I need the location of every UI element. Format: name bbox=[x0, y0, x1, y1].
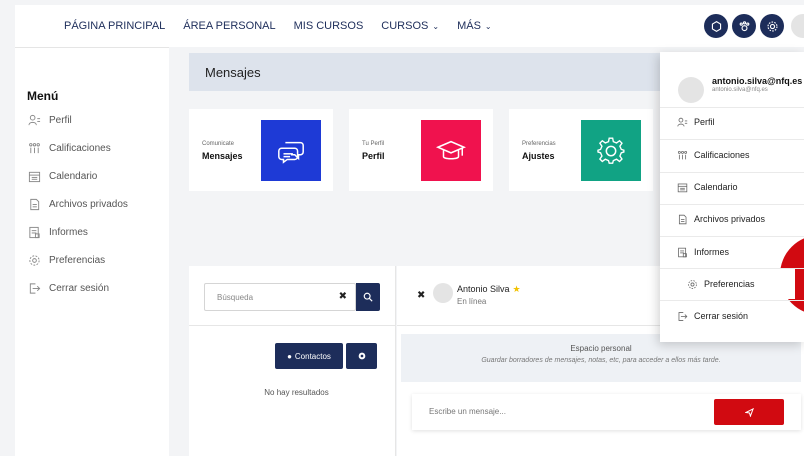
user-icon: ● bbox=[287, 351, 292, 361]
gear-icon bbox=[358, 352, 365, 360]
chevron-down-icon: ⌄ bbox=[484, 22, 492, 31]
nav-personal-area[interactable]: ÁREA PERSONAL bbox=[174, 20, 284, 32]
chat-icon bbox=[261, 120, 321, 181]
clear-icon[interactable]: ✖ bbox=[339, 291, 347, 302]
logout-icon bbox=[677, 310, 689, 322]
divider bbox=[660, 300, 804, 301]
profile-icon bbox=[677, 116, 689, 128]
nav-more-dropdown[interactable]: MÁS ⌄ bbox=[448, 20, 501, 32]
chevron-down-icon: ⌄ bbox=[432, 22, 440, 31]
paw-icon[interactable] bbox=[732, 14, 756, 38]
contact-status: En línea bbox=[457, 297, 487, 306]
calendar-icon bbox=[677, 181, 689, 193]
sidebar-menu: Menú Perfil Calificaciones Calendario Ar… bbox=[15, 47, 169, 456]
send-button[interactable] bbox=[714, 399, 784, 425]
gear-icon[interactable] bbox=[760, 14, 784, 38]
card-mensajes[interactable]: Comunicate Mensajes bbox=[189, 109, 333, 191]
conversations-search-panel: Búsqueda ✖ bbox=[189, 266, 396, 326]
dropdown-item-preferencias[interactable]: Preferencias bbox=[670, 278, 795, 290]
star-icon: ★ bbox=[512, 284, 521, 294]
card-perfil[interactable]: Tu Perfil Perfil bbox=[349, 109, 493, 191]
sidebar-item-cerrar-sesion[interactable]: Cerrar sesión bbox=[27, 281, 109, 295]
user-dropdown-menu: antonio.silva@nfq.es antonio.silva@nfq.e… bbox=[660, 52, 804, 342]
send-icon bbox=[744, 407, 754, 417]
user-email: antonio.silva@nfq.es bbox=[712, 87, 768, 93]
top-navbar: PÁGINA PRINCIPAL ÁREA PERSONAL MIS CURSO… bbox=[15, 5, 804, 47]
sidebar-item-archivos-privados[interactable]: Archivos privados bbox=[27, 197, 128, 211]
divider bbox=[660, 204, 804, 205]
settings-button[interactable] bbox=[346, 343, 377, 369]
nav-my-courses[interactable]: MIS CURSOS bbox=[285, 20, 373, 32]
avatar bbox=[678, 77, 704, 103]
page-header: Mensajes bbox=[189, 53, 660, 91]
card-ajustes[interactable]: Preferencias Ajustes bbox=[509, 109, 653, 191]
dropdown-item-cerrar-sesion[interactable]: Cerrar sesión bbox=[660, 310, 804, 322]
contact-avatar bbox=[433, 283, 453, 303]
logout-icon bbox=[27, 281, 41, 295]
dropdown-item-archivos-privados[interactable]: Archivos privados bbox=[660, 213, 804, 225]
user-name: antonio.silva@nfq.es bbox=[712, 76, 803, 86]
dropdown-item-perfil[interactable]: Perfil bbox=[660, 116, 804, 128]
divider bbox=[660, 107, 804, 108]
page-title: Mensajes bbox=[205, 65, 261, 80]
report-icon bbox=[677, 246, 689, 258]
conversations-panel: ● Contactos No hay resultados bbox=[189, 326, 396, 456]
gear-icon bbox=[27, 253, 41, 267]
sidebar-item-informes[interactable]: Informes bbox=[27, 225, 88, 239]
divider bbox=[660, 139, 804, 140]
conversation-body: Espacio personal Guardar borradores de m… bbox=[397, 326, 804, 456]
sidebar-item-calendario[interactable]: Calendario bbox=[27, 169, 97, 183]
close-icon[interactable]: ✖ bbox=[417, 290, 425, 301]
dropdown-item-calendario[interactable]: Calendario bbox=[660, 181, 804, 193]
message-input[interactable]: Escribe un mensaje... bbox=[412, 394, 801, 430]
puzzle-icon[interactable] bbox=[704, 14, 728, 38]
sidebar-item-preferencias[interactable]: Preferencias bbox=[27, 253, 105, 267]
sidebar-title: Menú bbox=[27, 89, 59, 103]
report-icon bbox=[27, 225, 41, 239]
divider bbox=[660, 172, 804, 173]
search-icon bbox=[363, 292, 373, 302]
grades-icon bbox=[27, 141, 41, 155]
gear-icon bbox=[687, 278, 699, 290]
dropdown-item-informes[interactable]: Informes bbox=[660, 246, 804, 258]
file-icon bbox=[677, 213, 689, 225]
no-results-text: No hay resultados bbox=[264, 388, 329, 397]
dropdown-item-calificaciones[interactable]: Calificaciones bbox=[660, 149, 804, 161]
search-button[interactable] bbox=[356, 283, 380, 311]
sidebar-item-perfil[interactable]: Perfil bbox=[27, 113, 72, 127]
nav-home[interactable]: PÁGINA PRINCIPAL bbox=[55, 20, 174, 32]
nav-courses-dropdown[interactable]: CURSOS ⌄ bbox=[372, 20, 448, 32]
sidebar-item-calificaciones[interactable]: Calificaciones bbox=[27, 141, 111, 155]
contact-name[interactable]: Antonio Silva bbox=[457, 284, 510, 294]
contacts-button[interactable]: ● Contactos bbox=[275, 343, 343, 369]
search-input[interactable]: Búsqueda ✖ bbox=[204, 283, 356, 311]
file-icon bbox=[27, 197, 41, 211]
profile-icon bbox=[27, 113, 41, 127]
divider bbox=[660, 236, 804, 237]
gear-icon bbox=[581, 120, 641, 181]
grades-icon bbox=[677, 149, 689, 161]
graduation-cap-icon bbox=[421, 120, 481, 181]
calendar-icon bbox=[27, 169, 41, 183]
